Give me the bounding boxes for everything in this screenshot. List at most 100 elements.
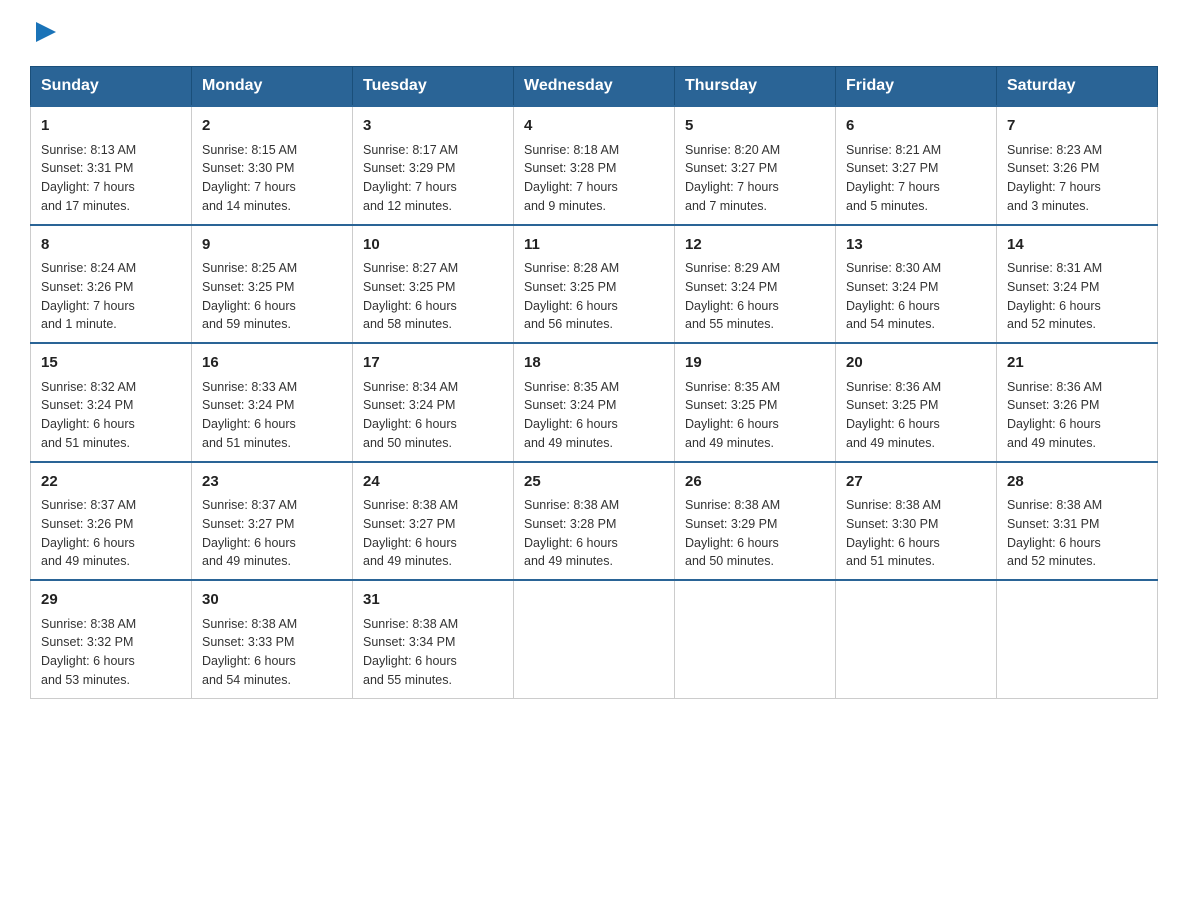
daylight-info2: and 51 minutes.: [846, 554, 935, 568]
sunset-info: Sunset: 3:29 PM: [685, 517, 777, 531]
day-number: 30: [202, 589, 342, 612]
daylight-info2: and 3 minutes.: [1007, 199, 1089, 213]
daylight-info: Daylight: 6 hours: [846, 536, 940, 550]
daylight-info: Daylight: 7 hours: [1007, 180, 1101, 194]
calendar-day-cell: 13Sunrise: 8:30 AMSunset: 3:24 PMDayligh…: [836, 225, 997, 344]
daylight-info: Daylight: 6 hours: [1007, 299, 1101, 313]
daylight-info2: and 49 minutes.: [1007, 436, 1096, 450]
calendar-day-cell: 20Sunrise: 8:36 AMSunset: 3:25 PMDayligh…: [836, 343, 997, 462]
day-number: 20: [846, 352, 986, 375]
day-number: 17: [363, 352, 503, 375]
calendar-day-cell: 10Sunrise: 8:27 AMSunset: 3:25 PMDayligh…: [353, 225, 514, 344]
day-number: 7: [1007, 115, 1147, 138]
day-number: 9: [202, 234, 342, 257]
sunrise-info: Sunrise: 8:31 AM: [1007, 261, 1102, 275]
calendar-day-cell: 1Sunrise: 8:13 AMSunset: 3:31 PMDaylight…: [31, 106, 192, 225]
calendar-day-cell: 7Sunrise: 8:23 AMSunset: 3:26 PMDaylight…: [997, 106, 1158, 225]
calendar-day-cell: 28 Sunrise: 8:38 AM Sunset: 3:31 PM Dayligh…: [997, 462, 1158, 581]
sunrise-info: Sunrise: 8:38 AM: [685, 498, 780, 512]
sunrise-info: Sunrise: 8:38 AM: [363, 617, 458, 631]
sunset-info: Sunset: 3:27 PM: [202, 517, 294, 531]
daylight-info: Daylight: 6 hours: [363, 417, 457, 431]
day-number: 18: [524, 352, 664, 375]
calendar-day-cell: 30Sunrise: 8:38 AMSunset: 3:33 PMDayligh…: [192, 580, 353, 698]
sunset-info: Sunset: 3:27 PM: [846, 161, 938, 175]
day-number: 12: [685, 234, 825, 257]
calendar-day-cell: [675, 580, 836, 698]
day-number: 24: [363, 471, 503, 494]
daylight-info2: and 49 minutes.: [524, 554, 613, 568]
sunset-info: Sunset: 3:30 PM: [846, 517, 938, 531]
sunrise-info: Sunrise: 8:29 AM: [685, 261, 780, 275]
sunrise-info: Sunrise: 8:23 AM: [1007, 143, 1102, 157]
calendar-week-row: 15Sunrise: 8:32 AMSunset: 3:24 PMDayligh…: [31, 343, 1158, 462]
calendar-header-row: SundayMondayTuesdayWednesdayThursdayFrid…: [31, 67, 1158, 107]
sunset-info: Sunset: 3:34 PM: [363, 635, 455, 649]
day-number: 11: [524, 234, 664, 257]
sunset-info: Sunset: 3:28 PM: [524, 517, 616, 531]
logo: [30, 20, 60, 46]
daylight-info: Daylight: 6 hours: [524, 299, 618, 313]
daylight-info: Daylight: 6 hours: [202, 536, 296, 550]
daylight-info: Daylight: 6 hours: [202, 654, 296, 668]
calendar-day-cell: 29Sunrise: 8:38 AMSunset: 3:32 PMDayligh…: [31, 580, 192, 698]
daylight-info2: and 49 minutes.: [846, 436, 935, 450]
sunset-info: Sunset: 3:24 PM: [363, 398, 455, 412]
calendar-day-cell: 22Sunrise: 8:37 AMSunset: 3:26 PMDayligh…: [31, 462, 192, 581]
sunrise-info: Sunrise: 8:38 AM: [524, 498, 619, 512]
sunrise-info: Sunrise: 8:28 AM: [524, 261, 619, 275]
daylight-info2: and 1 minute.: [41, 317, 117, 331]
daylight-info: Daylight: 6 hours: [363, 536, 457, 550]
calendar-week-row: 29Sunrise: 8:38 AMSunset: 3:32 PMDayligh…: [31, 580, 1158, 698]
day-number: 28: [1007, 471, 1147, 494]
sunrise-info: Sunrise: 8:36 AM: [846, 380, 941, 394]
daylight-info: Daylight: 6 hours: [41, 536, 135, 550]
day-number: 14: [1007, 234, 1147, 257]
daylight-info: Daylight: 6 hours: [202, 299, 296, 313]
sunrise-info: Sunrise: 8:37 AM: [202, 498, 297, 512]
daylight-info2: and 50 minutes.: [685, 554, 774, 568]
day-number: 21: [1007, 352, 1147, 375]
sunset-info: Sunset: 3:25 PM: [363, 280, 455, 294]
sunrise-info: Sunrise: 8:30 AM: [846, 261, 941, 275]
sunset-info: Sunset: 3:29 PM: [363, 161, 455, 175]
calendar-day-cell: [997, 580, 1158, 698]
sunset-info: Sunset: 3:25 PM: [685, 398, 777, 412]
daylight-info2: and 52 minutes.: [1007, 554, 1096, 568]
day-of-week-header: Monday: [192, 67, 353, 107]
sunrise-info: Sunrise: 8:27 AM: [363, 261, 458, 275]
daylight-info2: and 54 minutes.: [846, 317, 935, 331]
daylight-info: Daylight: 6 hours: [846, 299, 940, 313]
daylight-info2: and 14 minutes.: [202, 199, 291, 213]
daylight-info2: and 49 minutes.: [524, 436, 613, 450]
daylight-info2: and 5 minutes.: [846, 199, 928, 213]
sunrise-info: Sunrise: 8:15 AM: [202, 143, 297, 157]
day-number: 26: [685, 471, 825, 494]
sunrise-info: Sunrise: 8:24 AM: [41, 261, 136, 275]
calendar-day-cell: 12Sunrise: 8:29 AMSunset: 3:24 PMDayligh…: [675, 225, 836, 344]
daylight-info: Daylight: 7 hours: [363, 180, 457, 194]
calendar-table: SundayMondayTuesdayWednesdayThursdayFrid…: [30, 66, 1158, 699]
daylight-info: Daylight: 6 hours: [41, 654, 135, 668]
daylight-info: Daylight: 6 hours: [1007, 417, 1101, 431]
daylight-info: Daylight: 6 hours: [1007, 536, 1101, 550]
calendar-day-cell: [836, 580, 997, 698]
daylight-info2: and 49 minutes.: [202, 554, 291, 568]
calendar-day-cell: 17Sunrise: 8:34 AMSunset: 3:24 PMDayligh…: [353, 343, 514, 462]
day-number: 3: [363, 115, 503, 138]
sunrise-info: Sunrise: 8:38 AM: [363, 498, 458, 512]
daylight-info2: and 59 minutes.: [202, 317, 291, 331]
daylight-info2: and 9 minutes.: [524, 199, 606, 213]
daylight-info: Daylight: 7 hours: [685, 180, 779, 194]
sunrise-info: Sunrise: 8:38 AM: [202, 617, 297, 631]
calendar-day-cell: 26Sunrise: 8:38 AMSunset: 3:29 PMDayligh…: [675, 462, 836, 581]
sunset-info: Sunset: 3:27 PM: [363, 517, 455, 531]
daylight-info2: and 49 minutes.: [685, 436, 774, 450]
sunrise-info: Sunrise: 8:38 AM: [846, 498, 941, 512]
calendar-day-cell: 8Sunrise: 8:24 AMSunset: 3:26 PMDaylight…: [31, 225, 192, 344]
sunset-info: Sunset: 3:31 PM: [1007, 517, 1099, 531]
day-of-week-header: Friday: [836, 67, 997, 107]
sunrise-info: Sunrise: 8:38 AM: [1007, 498, 1102, 512]
daylight-info: Daylight: 6 hours: [524, 536, 618, 550]
calendar-day-cell: [514, 580, 675, 698]
